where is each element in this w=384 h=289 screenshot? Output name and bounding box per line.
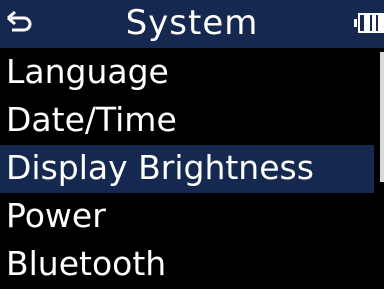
menu-item-date-time[interactable]: Date/Time bbox=[0, 97, 384, 145]
battery-empty-segment bbox=[360, 15, 364, 31]
menu-item-label: Bluetooth bbox=[6, 244, 167, 283]
menu-item-bluetooth[interactable]: Bluetooth bbox=[0, 241, 384, 289]
battery-segment-divider bbox=[376, 15, 378, 31]
menu-item-display-brightness[interactable]: Display Brightness bbox=[0, 145, 374, 193]
header-bar: System bbox=[0, 0, 384, 48]
menu-item-label: Power bbox=[6, 196, 106, 235]
menu-item-label: Display Brightness bbox=[6, 148, 314, 187]
battery-segment-divider bbox=[370, 15, 372, 31]
menu-item-label: Language bbox=[6, 52, 169, 91]
scrollbar[interactable] bbox=[380, 52, 384, 182]
menu-item-power[interactable]: Power bbox=[0, 193, 384, 241]
settings-menu: Language Date/Time Display Brightness Po… bbox=[0, 49, 384, 289]
battery-icon bbox=[354, 13, 384, 33]
page-title: System bbox=[125, 3, 259, 43]
menu-item-label: Date/Time bbox=[6, 100, 177, 139]
menu-item-language[interactable]: Language bbox=[0, 49, 384, 97]
